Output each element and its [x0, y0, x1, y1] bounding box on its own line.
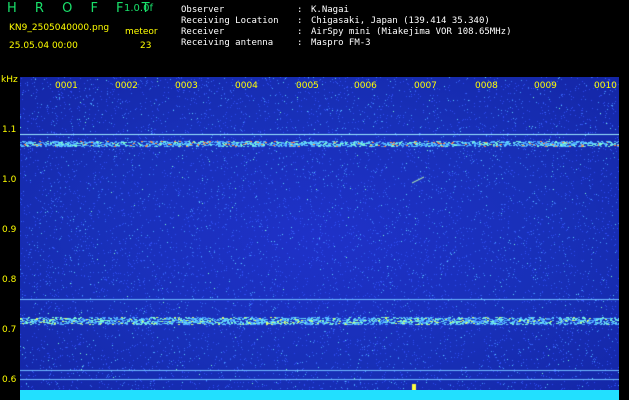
y-tick-label: 0.7 [2, 325, 17, 335]
x-tick-label: 0008 [475, 81, 498, 91]
app-version: 1.0.0f [124, 3, 153, 14]
meta-row-receiver: Receiver: AirSpy mini (Miakejima VOR 108.… [181, 27, 512, 37]
meta-row-antenna: Receiving antenna: Maspro FM-3 [181, 38, 371, 48]
y-tick-label: 1.1 [2, 125, 17, 135]
time-bar [20, 390, 619, 400]
x-tick-label: 0003 [175, 81, 198, 91]
x-tick-label: 0009 [534, 81, 557, 91]
hrofft-window: H R O F F T 1.0.0f KN9_2505040000.png 25… [0, 0, 629, 400]
y-tick-label: 1.0 [2, 175, 17, 185]
spectrogram-plot [20, 77, 619, 400]
file-name: KN9_2505040000.png [9, 23, 110, 33]
x-tick-label: 0004 [235, 81, 258, 91]
meteor-label: meteor [125, 27, 158, 37]
spectrogram-noise [20, 77, 619, 400]
x-tick-label: 0002 [115, 81, 138, 91]
y-axis-unit: kHz [1, 75, 18, 85]
x-tick-label: 0001 [55, 81, 78, 91]
meteor-count: 23 [140, 41, 152, 51]
x-tick-label: 0007 [414, 81, 437, 91]
y-tick-label: 0.9 [2, 225, 17, 235]
y-tick-label: 0.8 [2, 275, 17, 285]
meta-row-location: Receiving Location: Chigasaki, Japan (139… [181, 16, 490, 26]
x-tick-label: 0005 [296, 81, 319, 91]
meta-row-observer: Observer: K.Nagai [181, 5, 349, 15]
x-tick-label: 0010 [594, 81, 617, 91]
x-tick-label: 0006 [354, 81, 377, 91]
datetime: 25.05.04 00:00 [9, 41, 78, 51]
observation-metadata: Observer: K.Nagai Receiving Location: Chig… [181, 5, 511, 49]
y-tick-label: 0.6 [2, 375, 17, 385]
